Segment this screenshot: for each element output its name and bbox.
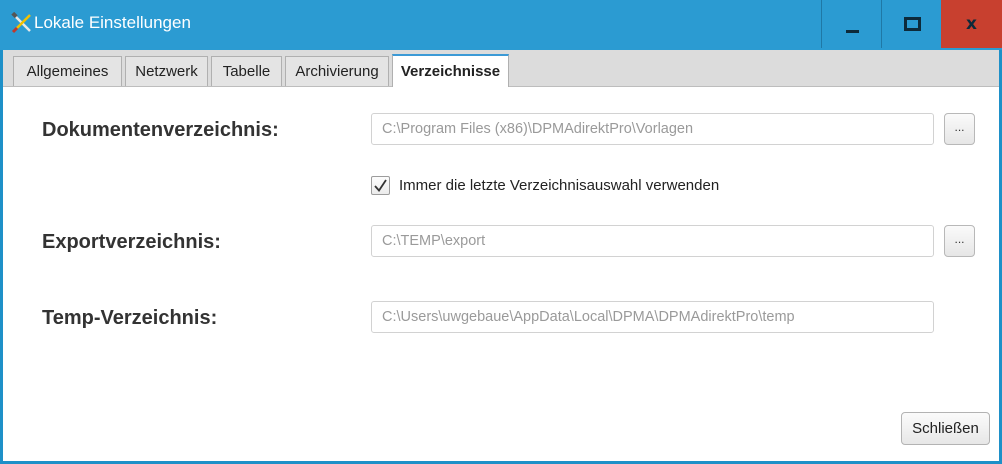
documents-directory-field[interactable]: C:\Program Files (x86)\DPMAdirektPro\Vor… [371, 113, 934, 145]
export-directory-field[interactable]: C:\TEMP\export [371, 225, 934, 257]
window-title: Lokale Einstellungen [34, 13, 191, 32]
documents-browse-button[interactable]: ... [944, 113, 975, 145]
minimize-button[interactable] [821, 0, 882, 48]
temp-directory-field[interactable]: C:\Users\uwgebaue\AppData\Local\DPMA\DPM… [371, 301, 934, 333]
tab-verzeichnisse[interactable]: Verzeichnisse [392, 54, 509, 87]
close-icon: x [966, 14, 977, 34]
settings-window: Lokale Einstellungen x Allgemeines Netzw… [0, 0, 1002, 464]
tab-archivierung[interactable]: Archivierung [285, 56, 389, 86]
close-window-button[interactable]: x [941, 0, 1002, 48]
tab-bar: Allgemeines Netzwerk Tabelle Archivierun… [3, 50, 999, 87]
tools-icon [11, 12, 31, 34]
tab-netzwerk[interactable]: Netzwerk [125, 56, 208, 86]
export-browse-button[interactable]: ... [944, 225, 975, 257]
export-directory-label: Exportverzeichnis: [42, 231, 221, 253]
maximize-button[interactable] [881, 0, 942, 48]
close-button[interactable]: Schließen [901, 412, 990, 445]
remember-last-directory-label: Immer die letzte Verzeichnisauswahl verw… [399, 177, 720, 194]
minimize-icon [845, 29, 859, 33]
title-bar[interactable]: Lokale Einstellungen x [0, 0, 1002, 50]
checkmark-icon [374, 179, 387, 192]
documents-directory-label: Dokumentenverzeichnis: [42, 119, 279, 141]
maximize-icon [903, 17, 921, 31]
tab-tabelle[interactable]: Tabelle [211, 56, 282, 86]
tab-allgemeines[interactable]: Allgemeines [13, 56, 122, 86]
temp-directory-label: Temp-Verzeichnis: [42, 307, 218, 329]
remember-last-directory-checkbox[interactable] [371, 176, 390, 195]
dialog-content: Allgemeines Netzwerk Tabelle Archivierun… [3, 50, 999, 461]
